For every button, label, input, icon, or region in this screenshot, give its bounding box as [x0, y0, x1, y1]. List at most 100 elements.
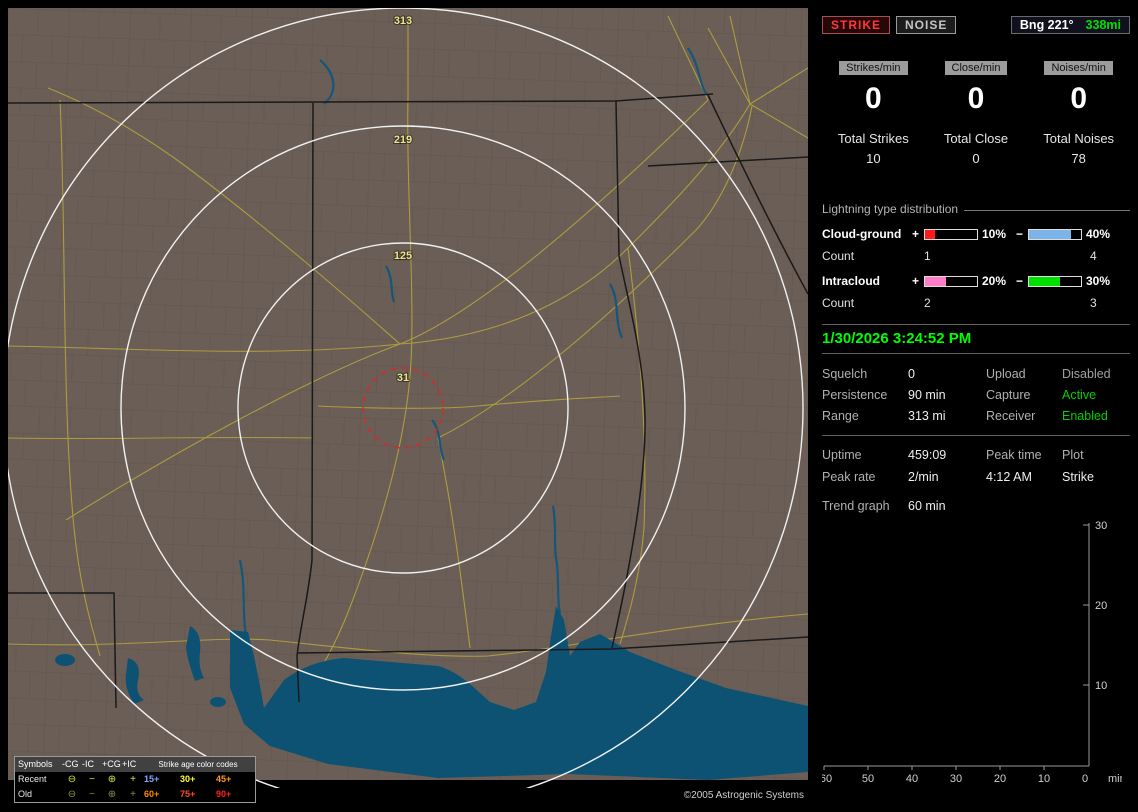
x-label-30: 30	[950, 773, 962, 785]
app-window: 313 219 125 31 Symbols -CG -IC +CG +IC S…	[0, 0, 1138, 812]
cloud-ground-label: Cloud-ground	[822, 227, 902, 241]
receiver-status-section: Squelch 0 Upload Disabled Persistence 90…	[822, 367, 1130, 423]
total-strikes-value: 10	[866, 151, 881, 166]
capture-status: Active	[1062, 388, 1097, 402]
strikes-per-min-value: 0	[864, 82, 882, 115]
age-30: 30+	[180, 774, 196, 784]
lightning-map[interactable]: 313 219 125 31 Symbols -CG -IC +CG +IC S…	[8, 8, 808, 803]
recent-pos-cg-icon: ⊕	[107, 774, 117, 785]
peak-rate-value: 2/min	[908, 470, 939, 484]
lightning-distribution-section: Lightning type distribution Cloud-ground…	[822, 202, 1130, 310]
legend-symbols-header: Symbols	[18, 759, 53, 769]
intracloud-label: Intracloud	[822, 274, 881, 288]
legend-header-row: Symbols -CG -IC +CG +IC Strike age color…	[15, 757, 255, 772]
ic-positive-bar	[924, 275, 978, 287]
cg-negative-bar	[1028, 228, 1082, 240]
close-per-min-chip: Close/min	[944, 61, 1008, 75]
x-label-50: 50	[862, 773, 874, 785]
copyright-text: ©2005 Astrogenic Systems	[683, 790, 804, 801]
legend-recent-label: Recent	[18, 774, 47, 784]
noises-per-min-value: 0	[1070, 82, 1087, 115]
ic-negative-count: 3	[1090, 296, 1097, 310]
count-label: Count	[822, 249, 855, 263]
total-strikes-label: Total Strikes	[837, 131, 909, 146]
plot-value: Strike	[1062, 470, 1094, 484]
plus-sign: +	[912, 227, 920, 241]
x-label-10: 10	[1038, 773, 1050, 785]
receiver-status: Enabled	[1062, 409, 1108, 423]
peak-rate-label: Peak rate	[822, 470, 876, 484]
close-rate-column: Close/min 0 Total Close 0	[925, 60, 1028, 166]
x-label-40: 40	[906, 773, 918, 785]
graph-x-labels: 60 50 40 30 20 10 0 min	[820, 773, 1126, 785]
cg-positive-bar	[924, 228, 978, 240]
y-label-10: 10	[1095, 680, 1107, 692]
ring-label-219: 219	[394, 134, 412, 146]
header-rule	[964, 209, 1130, 211]
y-label-30: 30	[1095, 520, 1107, 532]
capture-label: Capture	[986, 388, 1031, 402]
session-stats-section: Uptime 459:09 Peak time Plot Peak rate 2…	[822, 435, 1130, 484]
legend-age-header: Strike age color codes	[158, 760, 238, 769]
ring-label-31: 31	[397, 372, 409, 384]
intracloud-count-row: Count 2 3	[822, 296, 1130, 310]
persistence-value: 90 min	[908, 388, 946, 402]
cg-negative-count: 4	[1090, 249, 1097, 263]
upload-label: Upload	[986, 367, 1026, 381]
x-unit-label: min	[1108, 773, 1122, 785]
plot-label: Plot	[1062, 448, 1084, 462]
cloud-ground-count-row: Count 1 4	[822, 249, 1130, 263]
trend-graph-label: Trend graph	[822, 499, 890, 513]
distribution-header: Lightning type distribution	[822, 202, 1130, 216]
legend-col-pos-ic: +IC	[122, 759, 137, 769]
bearing-range-value: 338mi	[1085, 18, 1121, 32]
ring-label-125: 125	[394, 250, 412, 262]
x-label-20: 20	[994, 773, 1006, 785]
rates-section: Strikes/min 0 Total Strikes 10 Close/min…	[822, 60, 1130, 166]
cg-positive-pct: 10%	[981, 227, 1006, 241]
squelch-value: 0	[908, 367, 915, 381]
noises-rate-column: Noises/min 0 Total Noises 78	[1027, 60, 1130, 166]
recent-neg-ic-icon: −	[89, 774, 95, 785]
minus-sign: −	[1016, 227, 1024, 241]
cg-negative-pct: 40%	[1086, 227, 1111, 241]
legend-col-neg-cg: -CG	[62, 759, 79, 769]
ring-label-313: 313	[394, 15, 412, 27]
plus-sign: +	[912, 274, 920, 288]
clock-readout: 1/30/2026 3:24:52 PM	[822, 324, 1130, 354]
recent-neg-cg-icon: ⊖	[67, 774, 77, 785]
uptime-value: 459:09	[908, 448, 947, 462]
range-value: 313 mi	[908, 409, 946, 423]
total-noises-value: 78	[1071, 151, 1086, 166]
total-noises-label: Total Noises	[1043, 131, 1115, 146]
cg-positive-count: 1	[924, 249, 931, 263]
total-close-value: 0	[972, 151, 980, 166]
legend-col-neg-ic: -IC	[82, 759, 94, 769]
minus-sign: −	[1016, 274, 1024, 288]
ic-negative-bar	[1028, 275, 1082, 287]
trend-graph: 30 20 10 60 50 40 30 20 10 0 min	[820, 520, 1126, 785]
bearing-value: Bng 221°	[1019, 18, 1074, 32]
noise-button[interactable]: NOISE	[896, 16, 957, 34]
status-panel: STRIKE NOISE Bng 221° 338mi Strikes/min …	[818, 8, 1130, 804]
ic-positive-count: 2	[924, 296, 931, 310]
ic-positive-pct: 20%	[981, 274, 1006, 288]
age-45: 45+	[216, 774, 232, 784]
noises-per-min-chip: Noises/min	[1044, 61, 1113, 75]
peak-time-value: 4:12 AM	[986, 470, 1032, 484]
distribution-header-label: Lightning type distribution	[822, 202, 959, 216]
cloud-ground-row: Cloud-ground + 10% − 40%	[822, 227, 1130, 241]
squelch-label: Squelch	[822, 367, 868, 381]
bearing-readout: Bng 221° 338mi	[1010, 16, 1130, 34]
peak-time-label: Peak time	[986, 448, 1042, 462]
range-label: Range	[822, 409, 859, 423]
map-canvas[interactable]: 313 219 125 31	[8, 8, 808, 788]
strike-button[interactable]: STRIKE	[822, 16, 891, 34]
mode-button-row: STRIKE NOISE Bng 221° 338mi	[822, 16, 1130, 34]
ic-negative-pct: 30%	[1086, 274, 1111, 288]
trend-graph-row: Trend graph 60 min	[822, 499, 1130, 513]
total-close-label: Total Close	[943, 131, 1009, 146]
y-label-20: 20	[1095, 600, 1107, 612]
graph-y-labels: 30 20 10	[1095, 520, 1107, 692]
uptime-label: Uptime	[822, 448, 862, 462]
